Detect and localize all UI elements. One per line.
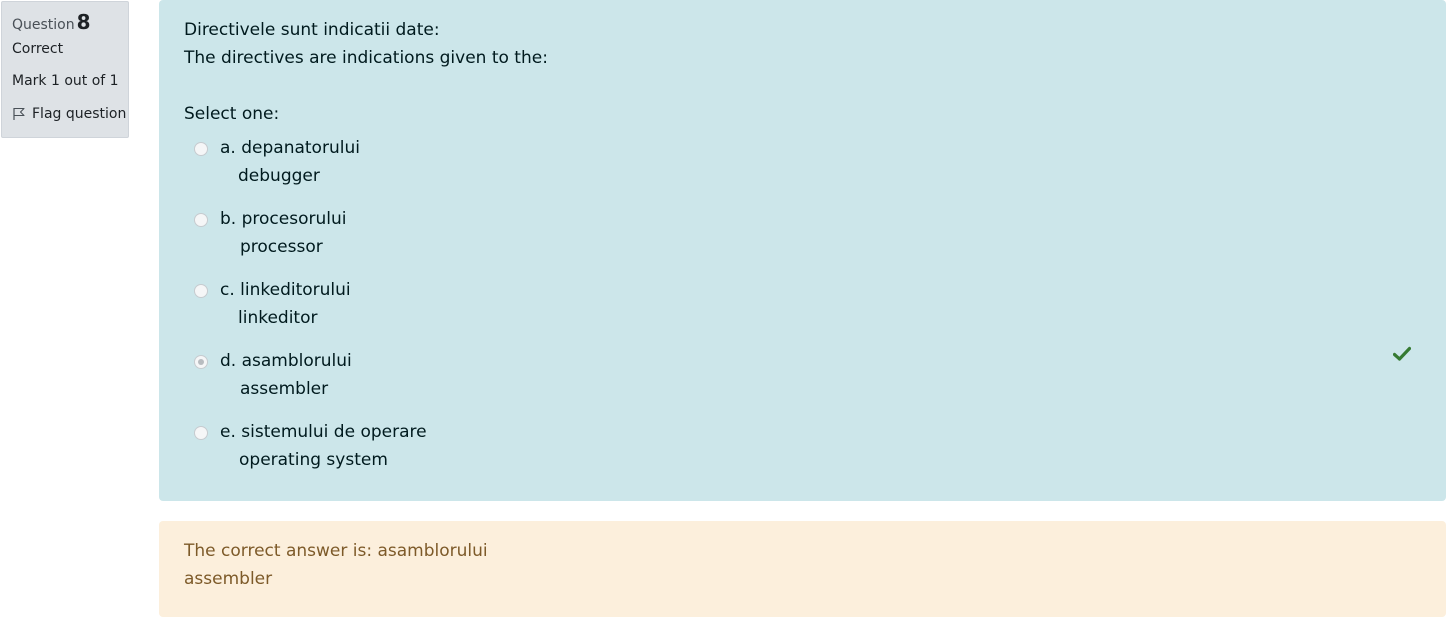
flag-question-link[interactable]: Flag question — [12, 105, 128, 123]
select-prompt: Select one: — [184, 104, 280, 124]
question-formulation: Directivele sunt indicatii date: The dir… — [159, 0, 1446, 501]
option-text-en: processor — [240, 237, 323, 257]
question-number: Question 8 — [12, 9, 128, 38]
option-prefix: c. — [220, 280, 235, 300]
question-text-ro: Directivele sunt indicatii date: — [184, 20, 440, 40]
question-text-en: The directives are indications given to … — [184, 48, 548, 68]
radio-button-d[interactable] — [194, 355, 208, 369]
radio-button-a[interactable] — [194, 142, 208, 156]
flag-question-label: Flag question — [32, 106, 127, 122]
question-text: Directivele sunt indicatii date: The dir… — [184, 16, 1421, 72]
option-text-ro: depanatorului — [241, 138, 360, 158]
correct-answer-text: The correct answer is: asamblorului — [184, 541, 488, 561]
question-label: Question — [12, 17, 75, 33]
option-prefix: b. — [220, 209, 237, 229]
option-prefix: d. — [220, 351, 237, 371]
option-text-ro: asamblorului — [241, 351, 352, 371]
option-prefix: a. — [220, 138, 236, 158]
question-state: Correct — [12, 41, 64, 57]
question-number-value: 8 — [76, 10, 91, 34]
question-info-panel: Question 8 Correct Mark 1 out of 1 Flag q… — [1, 1, 129, 138]
option-text-ro: linkeditorului — [240, 280, 351, 300]
answer-option-a[interactable]: a. depanatorului debugger — [184, 134, 1421, 190]
answer-options: a. depanatorului debugger b. procesorulu… — [184, 134, 1421, 474]
option-text-en: linkeditor — [238, 308, 318, 328]
answer-option-c[interactable]: c. linkeditorului linkeditor — [184, 276, 1421, 332]
option-text-en: assembler — [240, 379, 329, 399]
answer-option-e[interactable]: e. sistemului de operare operating syste… — [184, 418, 1421, 474]
correct-answer-translation: assembler — [184, 569, 273, 589]
option-text-en: debugger — [238, 166, 320, 186]
radio-button-b[interactable] — [194, 213, 208, 227]
check-icon — [1393, 346, 1411, 361]
radio-button-e[interactable] — [194, 426, 208, 440]
option-prefix: e. — [220, 422, 236, 442]
option-text-en: operating system — [239, 450, 388, 470]
answer-option-d[interactable]: d. asamblorului assembler — [184, 347, 1421, 403]
question-grade: Mark 1 out of 1 — [12, 73, 119, 89]
feedback-panel: The correct answer is: asamblorului asse… — [159, 521, 1446, 617]
flag-icon — [13, 107, 25, 120]
radio-button-c[interactable] — [194, 284, 208, 298]
option-text-ro: sistemului de operare — [241, 422, 427, 442]
answer-option-b[interactable]: b. procesorului processor — [184, 205, 1421, 261]
option-text-ro: procesorului — [241, 209, 347, 229]
